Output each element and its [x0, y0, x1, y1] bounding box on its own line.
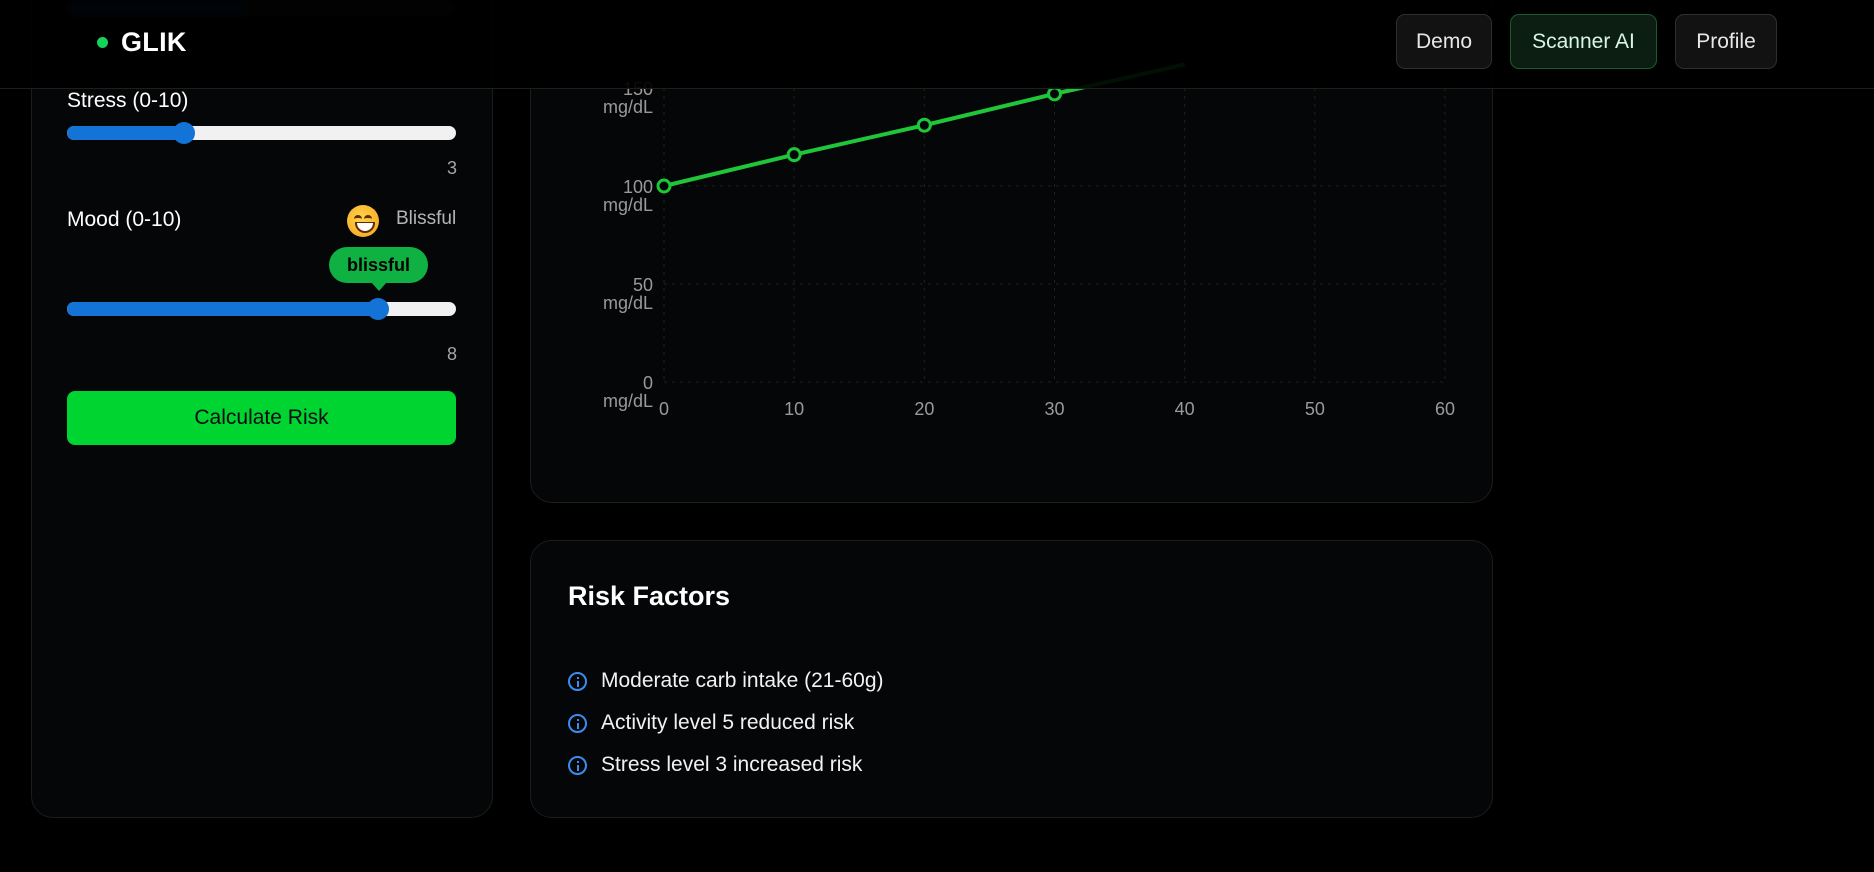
- stress-label: Stress (0-10): [67, 89, 189, 112]
- x-tick-label: 40: [1175, 399, 1195, 419]
- glucose-data-point: [786, 147, 802, 163]
- y-tick-unit: mg/dL: [603, 195, 653, 215]
- risk-factor-item: Moderate carb intake (21-60g): [568, 669, 884, 693]
- x-tick-label: 50: [1305, 399, 1325, 419]
- info-icon: [568, 755, 587, 775]
- info-icon: [568, 671, 587, 691]
- demo-button[interactable]: Demo: [1396, 14, 1492, 69]
- stress-slider-fill: [67, 126, 184, 140]
- top-nav: GLIK Demo Scanner AI Profile: [0, 0, 1874, 89]
- scanner-ai-button[interactable]: Scanner AI: [1510, 14, 1657, 69]
- y-tick-label: 50: [633, 275, 653, 295]
- brand[interactable]: GLIK: [97, 22, 187, 62]
- grinning-face-icon: [347, 205, 379, 237]
- x-tick-label: 0: [659, 399, 669, 419]
- risk-factor-text: Moderate carb intake (21-60g): [601, 669, 884, 692]
- mood-value: 8: [446, 344, 457, 364]
- y-tick-unit: mg/dL: [603, 97, 653, 117]
- risk-factor-text: Stress level 3 increased risk: [601, 753, 863, 776]
- x-tick-label: 10: [784, 399, 804, 419]
- y-tick-unit: mg/dL: [603, 391, 653, 411]
- mood-word: Blissful: [396, 208, 457, 229]
- calculate-risk-button[interactable]: Calculate Risk: [67, 391, 456, 445]
- stress-slider[interactable]: [67, 122, 456, 144]
- glucose-data-point: [916, 117, 932, 133]
- brand-name: GLIK: [121, 26, 187, 57]
- x-tick-label: 60: [1435, 399, 1455, 419]
- x-tick-label: 30: [1044, 399, 1064, 419]
- y-tick-label: 100: [623, 177, 653, 197]
- risk-factor-item: Activity level 5 reduced risk: [568, 711, 854, 735]
- status-dot-icon: [97, 36, 108, 48]
- mood-tooltip: blissful: [329, 247, 428, 291]
- glucose-data-point: [1047, 86, 1062, 102]
- profile-button[interactable]: Profile: [1675, 14, 1777, 69]
- x-tick-label: 20: [914, 399, 934, 419]
- risk-factors-card: Risk Factors Moderate carb intake (21-60…: [530, 540, 1493, 818]
- y-tick-label: 0: [643, 373, 653, 393]
- mood-slider-fill: [67, 302, 379, 316]
- stress-slider-thumb[interactable]: [172, 122, 195, 144]
- risk-factor-text: Activity level 5 reduced risk: [601, 711, 855, 734]
- glucose-data-point: [656, 178, 672, 194]
- mood-label: Mood (0-10): [67, 208, 182, 231]
- y-tick-unit: mg/dL: [603, 293, 653, 313]
- risk-factors-title: Risk Factors: [568, 581, 731, 611]
- info-icon: [568, 713, 587, 733]
- stress-value: 3: [446, 158, 457, 178]
- risk-factor-item: Stress level 3 increased risk: [568, 753, 862, 777]
- mood-slider[interactable]: [67, 298, 456, 320]
